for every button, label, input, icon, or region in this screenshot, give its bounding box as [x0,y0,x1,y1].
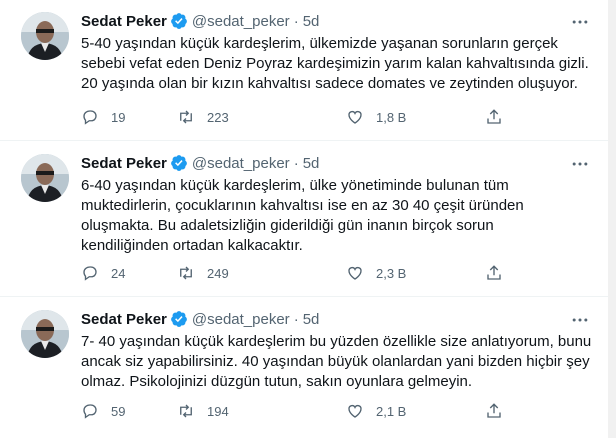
tweet-text-line: sebebi vefat eden Deniz Poyraz kardeşimi… [81,55,589,72]
verified-badge-icon [171,311,187,327]
avatar[interactable] [21,12,69,60]
more-dots-icon[interactable] [570,310,590,330]
scrollbar[interactable] [608,0,616,438]
separator-dot: · [293,154,299,172]
tweet[interactable]: Sedat Peker @sedat_peker · 5d 5-40 yaşın… [0,0,608,141]
like-button[interactable]: 2,1 B [346,402,406,420]
tweet-text-line: 5-40 yaşından küçük kardeşlerim, ülkemiz… [81,35,558,52]
retweet-button[interactable]: 223 [177,108,229,126]
tweet-text-line: 7- 40 yaşından küçük kardeşlerim bu yüzd… [81,333,592,350]
share-icon [487,403,501,418]
share-icon [487,265,501,280]
author-handle[interactable]: @sedat_peker [192,311,290,328]
tweet-timestamp[interactable]: 5d [303,155,320,172]
heart-icon [348,110,362,124]
share-button[interactable] [485,108,503,126]
reply-button[interactable]: 59 [81,402,125,420]
reply-count: 19 [111,109,126,125]
tweet-text-line: ancak siz yapabilirsiniz. 40 yaşından bü… [81,353,590,370]
tweet-actions: 59 194 2,1 B [81,402,521,422]
tweet-text: 5-40 yaşından küçük kardeşlerim, ülkemiz… [81,34,596,94]
tweet-text-line: kendiliğinden ortadan kalkacaktır. [81,237,303,254]
tweet-text-line: 6-40 yaşından küçük kardeşlerim, ülke yö… [81,177,509,194]
reply-icon [83,110,97,125]
verified-badge-icon [171,13,187,29]
tweet-timestamp[interactable]: 5d [303,311,320,328]
like-count: 2,1 B [376,403,407,419]
tweet-actions: 19 223 1,8 B [81,108,521,128]
tweet-text-line: muktedirlerin, çocuklarının kahvaltısı i… [81,197,524,214]
heart-icon [348,404,362,418]
tweet[interactable]: Sedat Peker @sedat_peker · 5d 7- 40 yaşı… [0,298,608,438]
retweet-icon [180,110,192,124]
separator-dot: · [293,12,299,30]
like-button[interactable]: 2,3 B [346,264,406,282]
avatar[interactable] [21,310,69,358]
reply-count: 59 [111,403,126,419]
like-button[interactable]: 1,8 B [346,108,406,126]
author-name[interactable]: Sedat Peker [81,311,167,328]
verified-badge-icon [171,155,187,171]
reply-count: 24 [111,265,126,281]
tweet-timestamp[interactable]: 5d [303,13,320,30]
share-button[interactable] [485,264,503,282]
share-icon [487,109,501,124]
tweet[interactable]: Sedat Peker @sedat_peker · 5d 6-40 yaşın… [0,142,608,297]
reply-button[interactable]: 24 [81,264,125,282]
separator-dot: · [293,310,299,328]
reply-icon [83,404,97,419]
author-handle[interactable]: @sedat_peker [192,155,290,172]
tweet-text: 6-40 yaşından küçük kardeşlerim, ülke yö… [81,176,596,256]
retweet-button[interactable]: 249 [177,264,229,282]
author-handle[interactable]: @sedat_peker [192,13,290,30]
reply-icon [83,266,97,281]
heart-icon [348,266,362,280]
tweet-text: 7- 40 yaşından küçük kardeşlerim bu yüzd… [81,332,596,392]
tweet-text-line: olmaz. Psikolojinizi düzgün tutun, sakın… [81,373,473,390]
author-name[interactable]: Sedat Peker [81,155,167,172]
avatar[interactable] [21,154,69,202]
author-name[interactable]: Sedat Peker [81,13,167,30]
tweet-text-line: 20 yaşında olan bir kızın kahvaltısı sad… [81,75,578,92]
tweet-actions: 24 249 2,3 B [81,264,521,284]
retweet-count: 223 [207,109,229,125]
retweet-count: 194 [207,403,229,419]
share-button[interactable] [485,402,503,420]
reply-button[interactable]: 19 [81,108,125,126]
more-dots-icon[interactable] [570,154,590,174]
retweet-count: 249 [207,265,229,281]
retweet-icon [180,404,192,418]
retweet-button[interactable]: 194 [177,402,229,420]
retweet-icon [180,266,192,280]
more-dots-icon[interactable] [570,12,590,32]
like-count: 2,3 B [376,265,407,281]
like-count: 1,8 B [376,109,407,125]
tweet-text-line: oluşmakta. Bu adaletsizliğin giderildiği… [81,217,494,234]
